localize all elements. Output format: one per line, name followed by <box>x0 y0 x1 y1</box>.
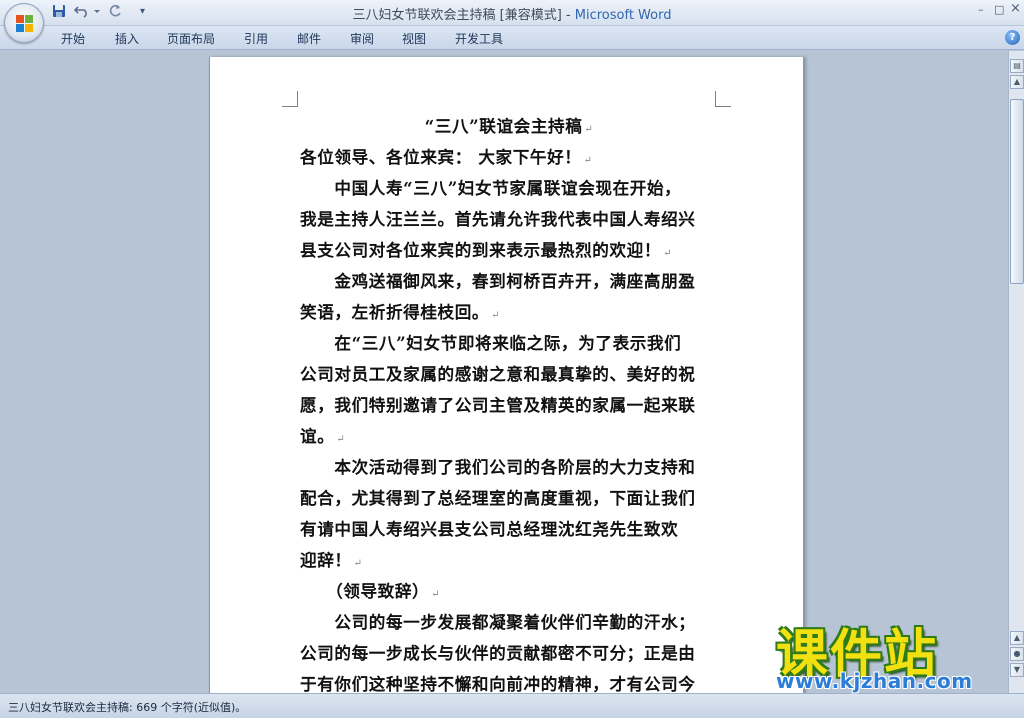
document-line: 笑语，左祈折得桂枝回。 ↵ <box>300 302 501 322</box>
word-count-status[interactable]: 三八妇女节联欢会主持稿: 669 个字符(近似值)。 <box>8 699 246 715</box>
ruler-toggle-icon[interactable]: ▤ <box>1010 59 1024 73</box>
watermark-url: www.kjzhan.com <box>776 669 973 693</box>
tab-mailings[interactable]: 邮件 <box>297 30 321 47</box>
document-line: 我是主持人汪兰兰。首先请允许我代表中国人寿绍兴 <box>300 209 696 229</box>
document-line: 中国人寿“三八”妇女节家属联谊会现在开始， <box>300 178 682 198</box>
document-line: 愿，我们特别邀请了公司主管及精英的家属一起来联 <box>300 395 696 415</box>
tab-page-layout[interactable]: 页面布局 <box>167 30 215 47</box>
office-logo-icon <box>16 15 34 33</box>
document-line: 公司的每一步发展都凝聚着伙伴们辛勤的汗水； <box>300 612 696 632</box>
paragraph-mark: ↵ <box>663 248 673 259</box>
document-line: 本次活动得到了我们公司的各阶层的大力支持和 <box>300 457 696 477</box>
document-line: 配合，尤其得到了总经理室的高度重视，下面让我们 <box>300 488 696 508</box>
crop-mark-top-left <box>282 91 298 107</box>
tab-insert[interactable]: 插入 <box>115 30 139 47</box>
document-title: “三八”联谊会主持稿 ↵ <box>424 116 594 136</box>
document-line: 金鸡送福御风来，春到柯桥百卉开，满座高朋盈 <box>300 271 696 291</box>
document-line: 有请中国人寿绍兴县支公司总经理沈红尧先生致欢 <box>300 519 679 539</box>
crop-mark-top-right <box>715 91 731 107</box>
document-body[interactable]: “三八”联谊会主持稿 ↵ 各位领导、各位来宾： 大家下午好！ ↵ 中国人寿“三八”妇… <box>300 111 718 693</box>
paragraph-mark: ↵ <box>353 558 363 569</box>
document-line: 公司的每一步成长与伙伴的贡献都密不可分；正是由 <box>300 643 696 663</box>
title-bar: ▾ 三八妇女节联欢会主持稿 [兼容模式] - Microsoft Word – … <box>0 0 1024 26</box>
window-title-document: 三八妇女节联欢会主持稿 [兼容模式] - <box>352 8 575 23</box>
tab-review[interactable]: 审阅 <box>350 30 374 47</box>
scroll-thumb[interactable] <box>1010 99 1024 284</box>
minimize-button[interactable]: – <box>978 3 984 16</box>
window-title-app: Microsoft Word <box>574 8 672 23</box>
paragraph-mark: ↵ <box>491 310 501 321</box>
vertical-scrollbar[interactable]: ▤ ▲ ▲ ● ▼ <box>1008 51 1024 693</box>
paragraph-mark: ↵ <box>583 155 593 166</box>
document-workspace: “三八”联谊会主持稿 ↵ 各位领导、各位来宾： 大家下午好！ ↵ 中国人寿“三八”妇… <box>0 51 1008 693</box>
ribbon-tab-bar: 开始 插入 页面布局 引用 邮件 审阅 视图 开发工具 ? <box>0 26 1024 50</box>
scroll-up-icon[interactable]: ▲ <box>1010 75 1024 89</box>
document-line: 各位领导、各位来宾： 大家下午好！ ↵ <box>300 147 593 167</box>
previous-page-icon[interactable]: ▲ <box>1010 631 1024 645</box>
help-icon[interactable]: ? <box>1005 30 1020 45</box>
browse-object-icon[interactable]: ● <box>1010 647 1024 661</box>
paragraph-mark: ↵ <box>336 434 346 445</box>
document-page[interactable]: “三八”联谊会主持稿 ↵ 各位领导、各位来宾： 大家下午好！ ↵ 中国人寿“三八”妇… <box>209 57 804 693</box>
document-line: 迎辞！ ↵ <box>300 550 363 570</box>
paragraph-mark: ↵ <box>431 589 441 600</box>
document-line: 谊。 ↵ <box>300 426 346 446</box>
document-line: 公司对员工及家属的感谢之意和最真挚的、美好的祝 <box>300 364 696 384</box>
paragraph-mark: ↵ <box>584 124 594 135</box>
tab-home[interactable]: 开始 <box>61 30 85 47</box>
status-bar: 三八妇女节联欢会主持稿: 669 个字符(近似值)。 <box>0 693 1024 718</box>
document-line: 县支公司对各位来宾的到来表示最热烈的欢迎！ ↵ <box>300 240 673 260</box>
tab-view[interactable]: 视图 <box>402 30 426 47</box>
window-title: 三八妇女节联欢会主持稿 [兼容模式] - Microsoft Word <box>0 4 1024 23</box>
office-button[interactable] <box>4 3 44 43</box>
tab-developer[interactable]: 开发工具 <box>455 30 503 47</box>
restore-button[interactable]: □ <box>994 3 1004 16</box>
document-line: 于有你们这种坚持不懈和向前冲的精神，才有公司今 <box>300 674 696 693</box>
tab-references[interactable]: 引用 <box>244 30 268 47</box>
document-line: （领导致辞） ↵ <box>300 581 441 601</box>
next-page-icon[interactable]: ▼ <box>1010 663 1024 677</box>
close-button[interactable]: × <box>1010 1 1021 16</box>
document-line: 在“三八”妇女节即将来临之际，为了表示我们 <box>300 333 682 353</box>
